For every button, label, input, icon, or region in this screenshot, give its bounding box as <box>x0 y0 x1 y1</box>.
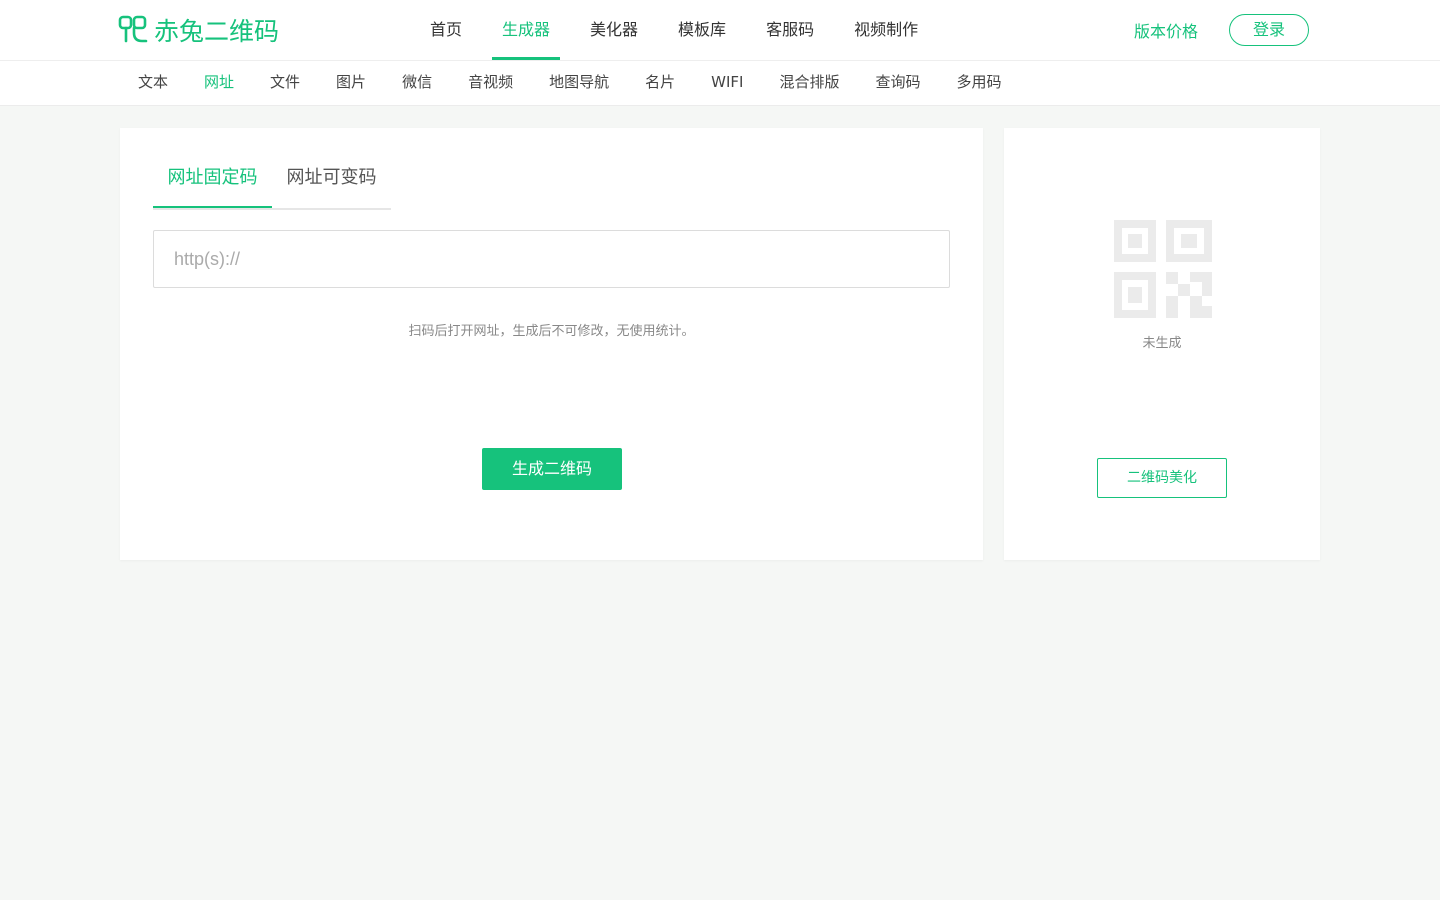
generator-tabs: 网址固定码 网址可变码 <box>153 158 391 210</box>
main-nav: 首页 生成器 美化器 模板库 客服码 视频制作 <box>410 0 938 60</box>
generator-panel: 网址固定码 网址可变码 扫码后打开网址，生成后不可修改，无使用统计。 生成二维码 <box>120 128 983 560</box>
url-input[interactable] <box>153 230 950 288</box>
tab-fixed-url-code[interactable]: 网址固定码 <box>153 158 272 208</box>
sub-nav-item-image[interactable]: 图片 <box>318 61 384 105</box>
login-button[interactable]: 登录 <box>1229 14 1309 46</box>
sub-nav-item-mixed-layout[interactable]: 混合排版 <box>761 61 857 105</box>
top-header: 赤兔二维码 首页 生成器 美化器 模板库 客服码 视频制作 版本价格 登录 <box>0 0 1440 61</box>
sub-nav-item-map[interactable]: 地图导航 <box>531 61 627 105</box>
sub-nav-item-multi-use[interactable]: 多用码 <box>938 61 1019 105</box>
pricing-link[interactable]: 版本价格 <box>1134 0 1198 60</box>
qr-placeholder-icon <box>1114 220 1212 318</box>
brand-logo[interactable]: 赤兔二维码 <box>118 14 279 46</box>
nav-item-video-making[interactable]: 视频制作 <box>834 0 938 60</box>
sub-nav-item-audio-video[interactable]: 音视频 <box>450 61 531 105</box>
generate-qr-button[interactable]: 生成二维码 <box>482 448 622 490</box>
nav-item-generator[interactable]: 生成器 <box>482 0 570 60</box>
qr-rabbit-logo-icon <box>118 15 148 43</box>
generator-hint: 扫码后打开网址，生成后不可修改，无使用统计。 <box>408 324 695 339</box>
sub-nav-item-wifi[interactable]: WIFI <box>693 61 761 105</box>
sub-nav-item-url[interactable]: 网址 <box>186 61 252 105</box>
sub-nav-item-query-code[interactable]: 查询码 <box>857 61 938 105</box>
qr-status-text: 未生成 <box>1142 336 1182 351</box>
nav-item-beautifier[interactable]: 美化器 <box>570 0 658 60</box>
sub-nav-item-file[interactable]: 文件 <box>252 61 318 105</box>
nav-item-service-code[interactable]: 客服码 <box>746 0 834 60</box>
sub-nav-item-text[interactable]: 文本 <box>120 61 186 105</box>
sub-nav: 文本 网址 文件 图片 微信 音视频 地图导航 名片 WIFI 混合排版 查询码… <box>0 61 1440 106</box>
tab-dynamic-url-code[interactable]: 网址可变码 <box>272 158 391 206</box>
nav-item-templates[interactable]: 模板库 <box>658 0 746 60</box>
sub-nav-item-wechat[interactable]: 微信 <box>384 61 450 105</box>
nav-item-home[interactable]: 首页 <box>410 0 482 60</box>
beautify-qr-button[interactable]: 二维码美化 <box>1097 458 1227 498</box>
qr-preview-panel: 未生成 二维码美化 <box>1004 128 1320 560</box>
sub-nav-item-business-card[interactable]: 名片 <box>627 61 693 105</box>
brand-name: 赤兔二维码 <box>154 17 280 46</box>
